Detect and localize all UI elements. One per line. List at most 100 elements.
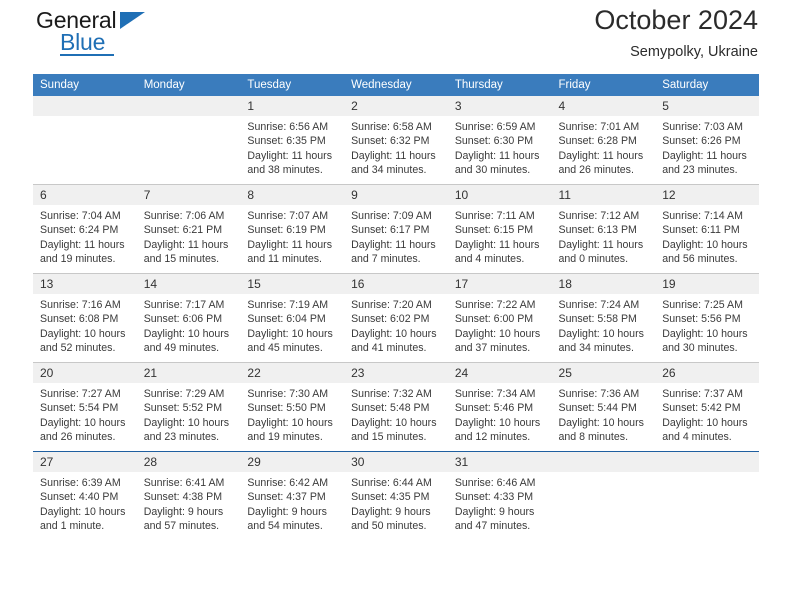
calendar-day-cell[interactable]: 17 Sunrise: 7:22 AM Sunset: 6:00 PM Dayligh… [447, 273, 552, 363]
calendar-day-cell[interactable]: 10 Sunrise: 7:11 AM Sunset: 6:15 PM Dayligh… [447, 184, 552, 274]
calendar-day-cell[interactable]: 29 Sunrise: 6:42 AM Sunset: 4:37 PM Dayligh… [240, 451, 345, 540]
calendar-day-cell[interactable]: 4 Sunrise: 7:01 AM Sunset: 6:28 PM Daylight… [551, 96, 656, 185]
calendar-day-cell[interactable]: 30 Sunrise: 6:44 AM Sunset: 4:35 PM Dayligh… [344, 451, 448, 540]
day-detail-line: Sunset: 5:54 PM [40, 402, 119, 415]
day-detail-line: and 45 minutes. [247, 341, 323, 354]
day-number: 30 [344, 452, 448, 472]
day-detail-line: and 26 minutes. [558, 163, 634, 176]
day-detail-line: and 12 minutes. [454, 430, 531, 443]
day-detail-line: Sunset: 5:58 PM [558, 313, 637, 326]
calendar-day-cell[interactable]: 26 Sunrise: 7:37 AM Sunset: 5:42 PM Dayligh… [655, 362, 759, 452]
day-detail-line: Sunrise: 7:37 AM [662, 388, 743, 400]
day-details: Sunrise: 6:58 AM Sunset: 6:32 PM Daylight:… [344, 116, 448, 177]
day-detail-line: Sunset: 6:17 PM [351, 224, 430, 237]
day-detail-line: Sunrise: 7:25 AM [662, 299, 743, 311]
day-detail-line: Sunrise: 7:32 AM [351, 388, 432, 400]
day-detail-line: and 54 minutes. [247, 519, 323, 532]
day-details: Sunrise: 6:39 AM Sunset: 4:40 PM Daylight:… [33, 472, 137, 533]
day-detail-line: Sunrise: 7:36 AM [558, 388, 640, 400]
calendar-day-cell[interactable]: 27 Sunrise: 6:39 AM Sunset: 4:40 PM Dayligh… [33, 451, 137, 540]
day-detail-line: and 8 minutes. [558, 430, 629, 443]
calendar-day-cell[interactable]: 5 Sunrise: 7:03 AM Sunset: 6:26 PM Daylight… [655, 96, 759, 185]
day-details: Sunrise: 7:36 AM Sunset: 5:44 PM Daylight:… [552, 383, 656, 444]
calendar-day-cell[interactable]: 24 Sunrise: 7:34 AM Sunset: 5:46 PM Dayligh… [447, 362, 552, 452]
day-detail-line: Sunset: 5:42 PM [662, 402, 741, 415]
calendar-day-cell[interactable]: 11 Sunrise: 7:12 AM Sunset: 6:13 PM Dayligh… [551, 184, 656, 274]
day-detail-line: Sunset: 6:13 PM [558, 224, 637, 237]
day-detail-line: Sunrise: 7:27 AM [40, 388, 121, 400]
day-detail-line: Daylight: 11 hours [351, 238, 436, 251]
calendar-week-row: 6 Sunrise: 7:04 AM Sunset: 6:24 PM Daylight… [33, 184, 759, 274]
day-detail-line: Sunrise: 6:58 AM [351, 121, 432, 133]
day-number: 20 [33, 363, 137, 383]
day-detail-line: and 19 minutes. [40, 252, 116, 265]
day-detail-line: Sunset: 6:00 PM [454, 313, 534, 326]
weekday-header-sunday: Sunday [33, 74, 137, 96]
day-detail-line: Sunset: 4:40 PM [40, 491, 119, 504]
day-detail-line: Sunset: 6:02 PM [351, 313, 430, 326]
day-detail-line: and 34 minutes. [351, 163, 427, 176]
calendar-day-cell[interactable]: 25 Sunrise: 7:36 AM Sunset: 5:44 PM Dayligh… [551, 362, 656, 452]
day-detail-line: and 37 minutes. [454, 341, 531, 354]
calendar-day-cell[interactable]: 31 Sunrise: 6:46 AM Sunset: 4:33 PM Dayligh… [447, 451, 552, 540]
day-detail-line: Sunset: 6:21 PM [143, 224, 223, 237]
day-detail-line: Sunset: 5:56 PM [662, 313, 741, 326]
calendar-day-cell[interactable]: 19 Sunrise: 7:25 AM Sunset: 5:56 PM Dayligh… [655, 273, 759, 363]
weekday-header-row: Sunday Monday Tuesday Wednesday Thursday Frid… [33, 74, 759, 96]
day-detail-line: Sunrise: 7:19 AM [247, 299, 329, 311]
calendar-day-cell[interactable]: 2 Sunrise: 6:58 AM Sunset: 6:32 PM Daylight… [344, 96, 448, 185]
day-detail-line: and 38 minutes. [247, 163, 323, 176]
day-number: 21 [136, 363, 241, 383]
calendar-day-cell[interactable]: 14 Sunrise: 7:17 AM Sunset: 6:06 PM Dayligh… [136, 273, 241, 363]
day-details: Sunrise: 6:41 AM Sunset: 4:38 PM Daylight:… [137, 472, 241, 533]
calendar-day-cell[interactable]: 13 Sunrise: 7:16 AM Sunset: 6:08 PM Dayligh… [33, 273, 137, 363]
calendar-week-row: 1 Sunrise: 6:56 AM Sunset: 6:35 PM Daylight… [33, 96, 759, 185]
day-number: 14 [136, 274, 241, 294]
day-number: 13 [33, 274, 137, 294]
day-number: 26 [655, 363, 759, 383]
calendar-day-cell[interactable]: 1 Sunrise: 6:56 AM Sunset: 6:35 PM Daylight… [240, 96, 345, 185]
day-detail-line: and 57 minutes. [143, 519, 220, 532]
day-details: Sunrise: 7:07 AM Sunset: 6:19 PM Daylight:… [240, 205, 344, 266]
calendar-day-cell[interactable]: 9 Sunrise: 7:09 AM Sunset: 6:17 PM Daylight… [344, 184, 448, 274]
day-detail-line: and 34 minutes. [558, 341, 634, 354]
calendar-day-cell[interactable]: 18 Sunrise: 7:24 AM Sunset: 5:58 PM Dayligh… [551, 273, 656, 363]
day-detail-line: Sunset: 6:08 PM [40, 313, 119, 326]
calendar-day-cell[interactable]: 23 Sunrise: 7:32 AM Sunset: 5:48 PM Dayligh… [344, 362, 448, 452]
day-details: Sunrise: 7:17 AM Sunset: 6:06 PM Daylight:… [137, 294, 241, 355]
calendar-day-cell[interactable]: 15 Sunrise: 7:19 AM Sunset: 6:04 PM Dayligh… [240, 273, 345, 363]
day-detail-line: Sunset: 4:37 PM [247, 491, 326, 504]
calendar-day-cell[interactable]: 12 Sunrise: 7:14 AM Sunset: 6:11 PM Dayligh… [655, 184, 759, 274]
day-detail-line: and 50 minutes. [351, 519, 427, 532]
calendar-day-cell[interactable]: 20 Sunrise: 7:27 AM Sunset: 5:54 PM Dayligh… [33, 362, 137, 452]
weekday-header-wednesday: Wednesday [344, 74, 448, 96]
day-detail-line: Sunset: 6:28 PM [558, 135, 637, 148]
calendar-day-cell[interactable]: 7 Sunrise: 7:06 AM Sunset: 6:21 PM Daylight… [136, 184, 241, 274]
day-number: 6 [33, 185, 137, 205]
day-detail-line: Sunrise: 7:30 AM [247, 388, 329, 400]
day-detail-line: Sunrise: 7:29 AM [143, 388, 225, 400]
day-detail-line: Sunrise: 7:04 AM [40, 210, 121, 222]
day-detail-line: and 11 minutes. [247, 252, 323, 265]
calendar-day-cell[interactable]: 28 Sunrise: 6:41 AM Sunset: 4:38 PM Dayligh… [136, 451, 241, 540]
day-detail-line: and 4 minutes. [454, 252, 525, 265]
day-detail-line: Sunrise: 6:44 AM [351, 477, 432, 489]
day-detail-line: Sunset: 6:35 PM [247, 135, 326, 148]
day-detail-line: and 23 minutes. [662, 163, 738, 176]
calendar-day-cell[interactable]: 21 Sunrise: 7:29 AM Sunset: 5:52 PM Dayligh… [136, 362, 241, 452]
calendar-day-cell[interactable]: 22 Sunrise: 7:30 AM Sunset: 5:50 PM Dayligh… [240, 362, 345, 452]
logo-underline [60, 54, 114, 56]
day-detail-line: Sunset: 5:48 PM [351, 402, 430, 415]
day-number [136, 96, 241, 116]
calendar-day-cell[interactable]: 8 Sunrise: 7:07 AM Sunset: 6:19 PM Daylight… [240, 184, 345, 274]
day-details: Sunrise: 7:30 AM Sunset: 5:50 PM Daylight:… [240, 383, 344, 444]
day-details: Sunrise: 7:12 AM Sunset: 6:13 PM Daylight:… [552, 205, 656, 266]
calendar-day-cell[interactable]: 16 Sunrise: 7:20 AM Sunset: 6:02 PM Dayligh… [344, 273, 448, 363]
month-calendar: Sunday Monday Tuesday Wednesday Thursday Frid… [33, 74, 759, 540]
day-number: 12 [655, 185, 759, 205]
day-detail-line: Daylight: 10 hours [247, 416, 333, 429]
day-detail-line: Daylight: 9 hours [351, 505, 431, 518]
calendar-day-cell[interactable]: 6 Sunrise: 7:04 AM Sunset: 6:24 PM Daylight… [33, 184, 137, 274]
day-detail-line: Sunrise: 7:12 AM [558, 210, 640, 222]
calendar-day-cell[interactable]: 3 Sunrise: 6:59 AM Sunset: 6:30 PM Daylight… [447, 96, 552, 185]
